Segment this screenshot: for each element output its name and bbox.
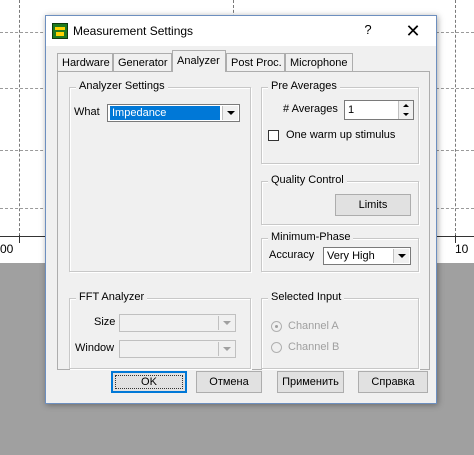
channel-b-label: Channel B	[288, 341, 340, 353]
apply-button[interactable]: Применить	[277, 371, 344, 393]
spin-down-icon[interactable]	[398, 110, 413, 119]
chevron-down-icon[interactable]	[218, 342, 234, 356]
averages-stepper[interactable]: 1	[344, 100, 414, 120]
tab-label: Post Proc.	[231, 57, 282, 69]
grid-line	[19, 0, 20, 236]
minimum-phase-group: Minimum-Phase Accuracy Very High	[261, 231, 419, 272]
analyzer-settings-group: Analyzer Settings What Impedance	[69, 80, 251, 272]
app-icon	[52, 23, 68, 39]
dialog-title: Measurement Settings	[73, 24, 194, 38]
channel-a-radio[interactable]	[271, 321, 282, 332]
size-label: Size	[94, 316, 116, 328]
selected-input-group: Selected Input Channel A Channel B	[261, 291, 419, 369]
group-title: Selected Input	[268, 291, 345, 303]
measurement-settings-dialog: Measurement Settings ? ✕ Hardware Genera…	[45, 15, 437, 404]
channel-a-label: Channel A	[288, 320, 339, 332]
spin-up-icon[interactable]	[398, 101, 413, 110]
what-value: Impedance	[110, 106, 220, 120]
warm-up-checkbox[interactable]	[268, 130, 279, 141]
size-select[interactable]	[119, 314, 236, 332]
tab-post-proc[interactable]: Post Proc.	[226, 53, 285, 71]
tab-label: Generator	[118, 57, 168, 69]
group-title: Pre Averages	[268, 80, 340, 92]
averages-value: 1	[348, 104, 355, 116]
tab-label: Analyzer	[177, 55, 220, 67]
help-button[interactable]: Справка	[358, 371, 428, 393]
cancel-button[interactable]: Отмена	[196, 371, 262, 393]
what-label: What	[74, 106, 100, 118]
tab-label: Microphone	[290, 57, 348, 69]
tab-analyzer[interactable]: Analyzer	[172, 50, 226, 72]
group-title: Quality Control	[268, 174, 347, 186]
what-select[interactable]: Impedance	[107, 104, 240, 122]
fft-analyzer-group: FFT Analyzer Size Window	[69, 291, 251, 369]
axis-tick	[19, 235, 20, 243]
limits-button[interactable]: Limits	[335, 194, 411, 216]
analyzer-tab-panel: Analyzer Settings What Impedance Pre Ave…	[57, 71, 430, 370]
accuracy-label: Accuracy	[269, 249, 315, 261]
tab-hardware[interactable]: Hardware	[57, 53, 113, 71]
warm-up-label: One warm up stimulus	[286, 129, 396, 141]
chevron-down-icon[interactable]	[222, 106, 238, 120]
group-title: FFT Analyzer	[76, 291, 148, 303]
help-icon[interactable]: ?	[358, 22, 378, 40]
close-icon[interactable]: ✕	[401, 19, 425, 43]
window-select[interactable]	[119, 340, 236, 358]
title-bar[interactable]: Measurement Settings ? ✕	[46, 16, 436, 46]
quality-control-group: Quality Control Limits	[261, 174, 419, 225]
accuracy-select[interactable]: Very High	[323, 247, 411, 265]
accuracy-value: Very High	[327, 250, 375, 262]
averages-label: # Averages	[283, 103, 338, 115]
group-title: Minimum-Phase	[268, 231, 354, 243]
ok-button[interactable]: OK	[111, 371, 187, 393]
chevron-down-icon[interactable]	[393, 249, 409, 263]
channel-b-radio[interactable]	[271, 342, 282, 353]
axis-right-label: 10	[455, 242, 469, 256]
group-title: Analyzer Settings	[76, 80, 168, 92]
pre-averages-group: Pre Averages # Averages 1 One warm up st…	[261, 80, 419, 164]
axis-left-label: 00	[0, 242, 14, 256]
tab-label: Hardware	[62, 57, 110, 69]
grid-line	[455, 0, 456, 236]
window-label: Window	[75, 342, 115, 354]
tab-generator[interactable]: Generator	[113, 53, 172, 71]
tab-microphone[interactable]: Microphone	[285, 53, 353, 71]
chevron-down-icon[interactable]	[218, 316, 234, 330]
